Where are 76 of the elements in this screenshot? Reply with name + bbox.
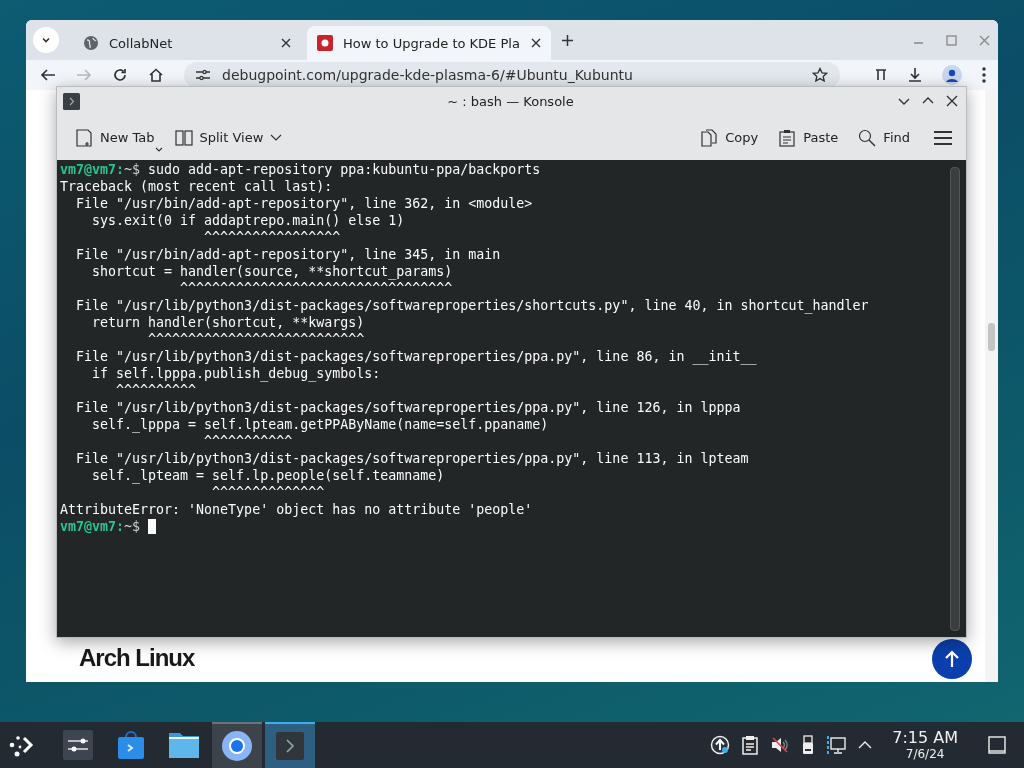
chevron-up-icon[interactable] [858, 740, 873, 750]
site-icon [317, 35, 333, 51]
shopping-bag-icon[interactable] [117, 730, 145, 760]
terminal-line: ^^^^^^^^^^^^^^^^^^^^^^^^^^^ [147, 331, 366, 348]
site-info-icon[interactable] [196, 69, 210, 81]
tab-title: How to Upgrade to KDE Pla [343, 35, 521, 51]
terminal-line: ^^^^^^^^^^^^^^ [211, 484, 326, 501]
paste-button[interactable]: Paste [774, 124, 843, 151]
clipboard-icon [778, 128, 797, 147]
split-view-icon [174, 128, 193, 147]
clock[interactable]: 7:15 AM 7/6/24 [892, 730, 958, 760]
terminal-line: ^^^^^^^^^^ [115, 382, 198, 399]
menu-icon[interactable] [934, 130, 952, 145]
scrollbar[interactable] [950, 167, 960, 631]
new-tab-icon[interactable] [561, 33, 574, 47]
terminal-line: ^^^^^^^^^^^ [203, 433, 294, 450]
task-button[interactable] [212, 722, 262, 768]
scrollbar[interactable] [985, 90, 998, 682]
terminal-line: ^^^^^^^^^^^^^^^^^ [203, 229, 342, 246]
scroll-to-top-button[interactable] [932, 639, 972, 679]
terminal-icon[interactable] [276, 732, 304, 760]
arrow-up-icon [944, 650, 960, 668]
network-icon[interactable] [826, 735, 847, 755]
browser-icon[interactable] [221, 730, 253, 762]
terminal-line: File "/usr/lib/python3/dist-packages/softwareproperties/ppa.py", line 113, in lpteam [75, 450, 750, 467]
terminal-line: File "/usr/bin/add-apt-repository", line 362, in <module> [75, 195, 534, 212]
prompt-line: vm7@vm7:~$ sudo add-apt-repository ppa:kubuntu-ppa/backports [60, 161, 542, 178]
caret-icon [154, 146, 163, 153]
terminal-icon [63, 92, 80, 110]
reload-icon[interactable] [112, 67, 128, 83]
muted-speaker-icon[interactable] [770, 735, 791, 755]
terminal-line: return handler(shortcut, **kwargs) [91, 314, 366, 331]
show-desktop-icon[interactable] [988, 736, 1006, 754]
clipboard-icon[interactable] [742, 735, 759, 755]
terminal-line: AttributeError: 'NoneType' object has no attribute 'people' [60, 501, 534, 518]
task-button[interactable] [265, 722, 315, 768]
home-icon[interactable] [148, 67, 164, 83]
find-button[interactable]: Find [854, 124, 914, 151]
split-view-button[interactable]: Split View [170, 124, 287, 151]
sliders-icon[interactable] [63, 730, 93, 760]
prompt-line: vm7@vm7:~$ [60, 518, 950, 535]
search-icon [858, 128, 877, 147]
back-icon[interactable] [40, 67, 56, 83]
terminal-line: File "/usr/lib/python3/dist-packages/softwareproperties/shortcuts.py", line 40, in shortcut_handler [75, 297, 870, 314]
caret-icon [270, 133, 283, 142]
copy-icon [700, 128, 719, 147]
browser-tab[interactable]: How to Upgrade to KDE Pla [307, 26, 551, 60]
close-icon[interactable] [946, 95, 958, 107]
terminal-line: if self.lpppa.publish_debug_symbols: [91, 365, 382, 382]
terminal-line: self._lpteam = self.lp.people(self.teamname) [91, 467, 446, 484]
terminal-line: sys.exit(0 if addaptrepo.main() else 1) [91, 212, 406, 229]
usb-drive-icon[interactable] [802, 735, 815, 755]
terminal-line: File "/usr/lib/python3/dist-packages/softwareproperties/ppa.py", line 86, in __init__ [75, 348, 758, 365]
globe-icon [83, 35, 99, 51]
new-tab-icon [75, 128, 93, 147]
close-icon[interactable] [531, 38, 541, 48]
menu-icon[interactable] [982, 67, 986, 83]
terminal-line: Traceback (most recent call last): [60, 178, 334, 195]
window-title: ~ : bash — Konsole [447, 93, 574, 109]
profile-icon[interactable] [942, 65, 962, 85]
copy-button[interactable]: Copy [696, 124, 763, 151]
update-icon[interactable] [710, 735, 731, 755]
terminal-line: self._lpppa = self.lpteam.getPPAByName(name=self.ppaname) [91, 416, 550, 433]
address-bar[interactable]: debugpoint.com/upgrade-kde-plasma-6/#Ubuntu_Kubuntu [184, 62, 840, 88]
browser-tab[interactable]: CollabNet [73, 26, 301, 60]
close-icon[interactable] [281, 38, 291, 48]
new-tab-button[interactable]: New Tab [71, 124, 159, 151]
terminal-line: shortcut = handler(source, **shortcut_params) [91, 263, 454, 280]
tab-title: CollabNet [109, 35, 174, 51]
folder-icon[interactable] [168, 731, 200, 759]
star-icon[interactable] [812, 67, 828, 83]
terminal-line: ^^^^^^^^^^^^^^^^^^^^^^^^^^^^^^^^^^ [179, 280, 454, 297]
page-heading: Arch Linux [79, 644, 195, 672]
download-icon[interactable] [908, 67, 922, 83]
terminal-line: File "/usr/bin/add-apt-repository", line 345, in main [75, 246, 502, 263]
terminal-line: File "/usr/lib/python3/dist-packages/softwareproperties/ppa.py", line 126, in lpppa [75, 399, 742, 416]
